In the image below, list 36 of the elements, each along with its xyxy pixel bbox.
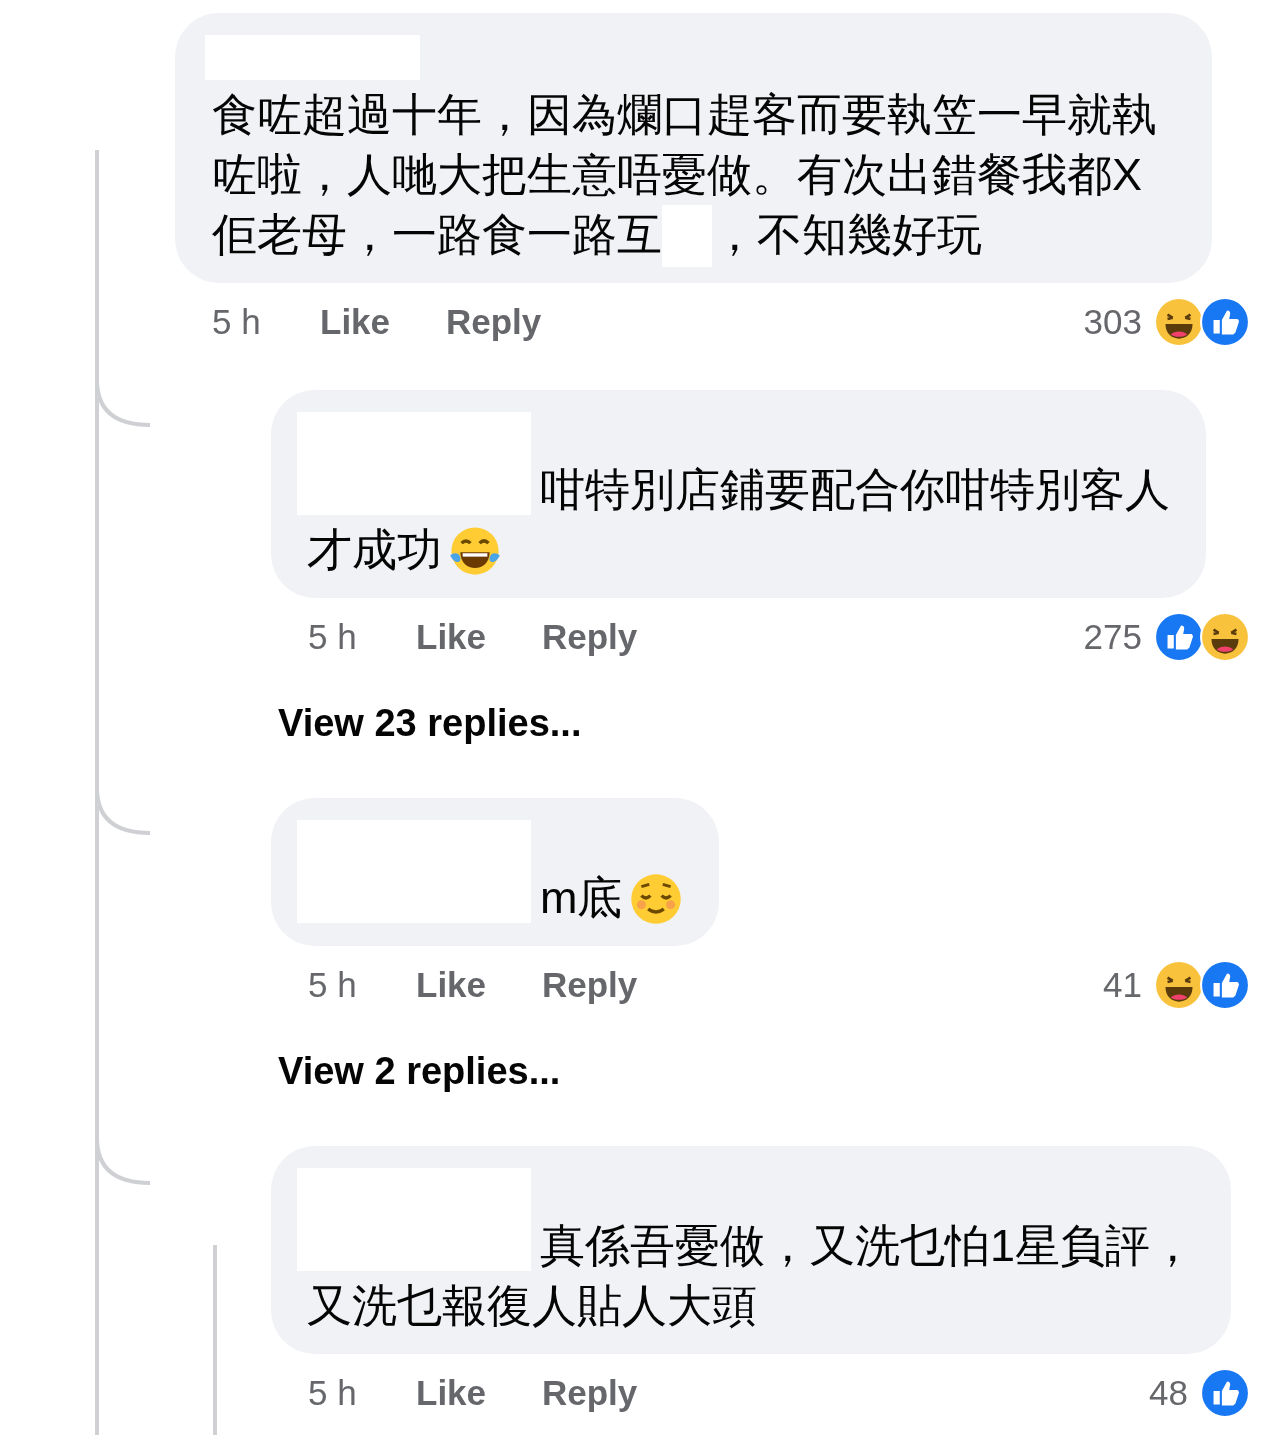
laughing-face-icon — [1154, 297, 1204, 347]
view-replies-link[interactable]: View 2 replies... — [278, 1049, 561, 1093]
reaction-count[interactable]: 303 — [1083, 295, 1142, 349]
reaction-count[interactable]: 41 — [1103, 958, 1142, 1012]
view-replies-link[interactable]: View 23 replies... — [278, 701, 582, 745]
comment-text: 真係吾憂做，又洗乜怕1星負評， — [540, 1219, 1196, 1273]
reaction-count[interactable]: 48 — [1149, 1366, 1188, 1420]
laughing-face-icon — [1154, 960, 1204, 1010]
comment-text: 食咗超過十年，因為爛口趕客而要執笠一早就執 — [212, 88, 1157, 142]
comment-text: ，不知幾好玩 — [712, 208, 982, 262]
thumbs-up-icon — [1200, 1368, 1250, 1418]
like-link[interactable]: Like — [416, 610, 542, 664]
timestamp: 5 h — [212, 300, 262, 343]
reply-link[interactable]: Reply — [542, 610, 638, 664]
comment-text: 佢老母，一路食一路互 — [212, 208, 662, 262]
comment-text: m底 — [540, 871, 623, 925]
comment-text: 咗啦，人哋大把生意唔憂做。有次出錯餐我都X — [212, 148, 1142, 202]
timestamp: 5 h — [308, 615, 358, 658]
comment-text: 才成功 — [307, 523, 442, 577]
comment-text: 咁特別店鋪要配合你咁特別客人 — [540, 463, 1170, 517]
thumbs-up-icon — [1200, 297, 1250, 347]
like-link[interactable]: Like — [416, 958, 542, 1012]
comment-text: 又洗乜報復人貼人大頭 — [307, 1279, 757, 1333]
reply-link[interactable]: Reply — [542, 958, 638, 1012]
like-link[interactable]: Like — [416, 1366, 542, 1420]
reaction-count[interactable]: 275 — [1083, 610, 1142, 664]
laughing-face-icon — [1200, 612, 1250, 662]
thumbs-up-icon — [1154, 612, 1204, 662]
reply-link[interactable]: Reply — [542, 1366, 638, 1420]
timestamp: 5 h — [308, 963, 358, 1006]
thumbs-up-icon — [1200, 960, 1250, 1010]
tears-of-joy-face-icon — [448, 524, 502, 578]
reply-link[interactable]: Reply — [446, 295, 542, 349]
timestamp: 5 h — [308, 1371, 358, 1414]
like-link[interactable]: Like — [320, 295, 446, 349]
relieved-face-icon — [628, 872, 683, 926]
